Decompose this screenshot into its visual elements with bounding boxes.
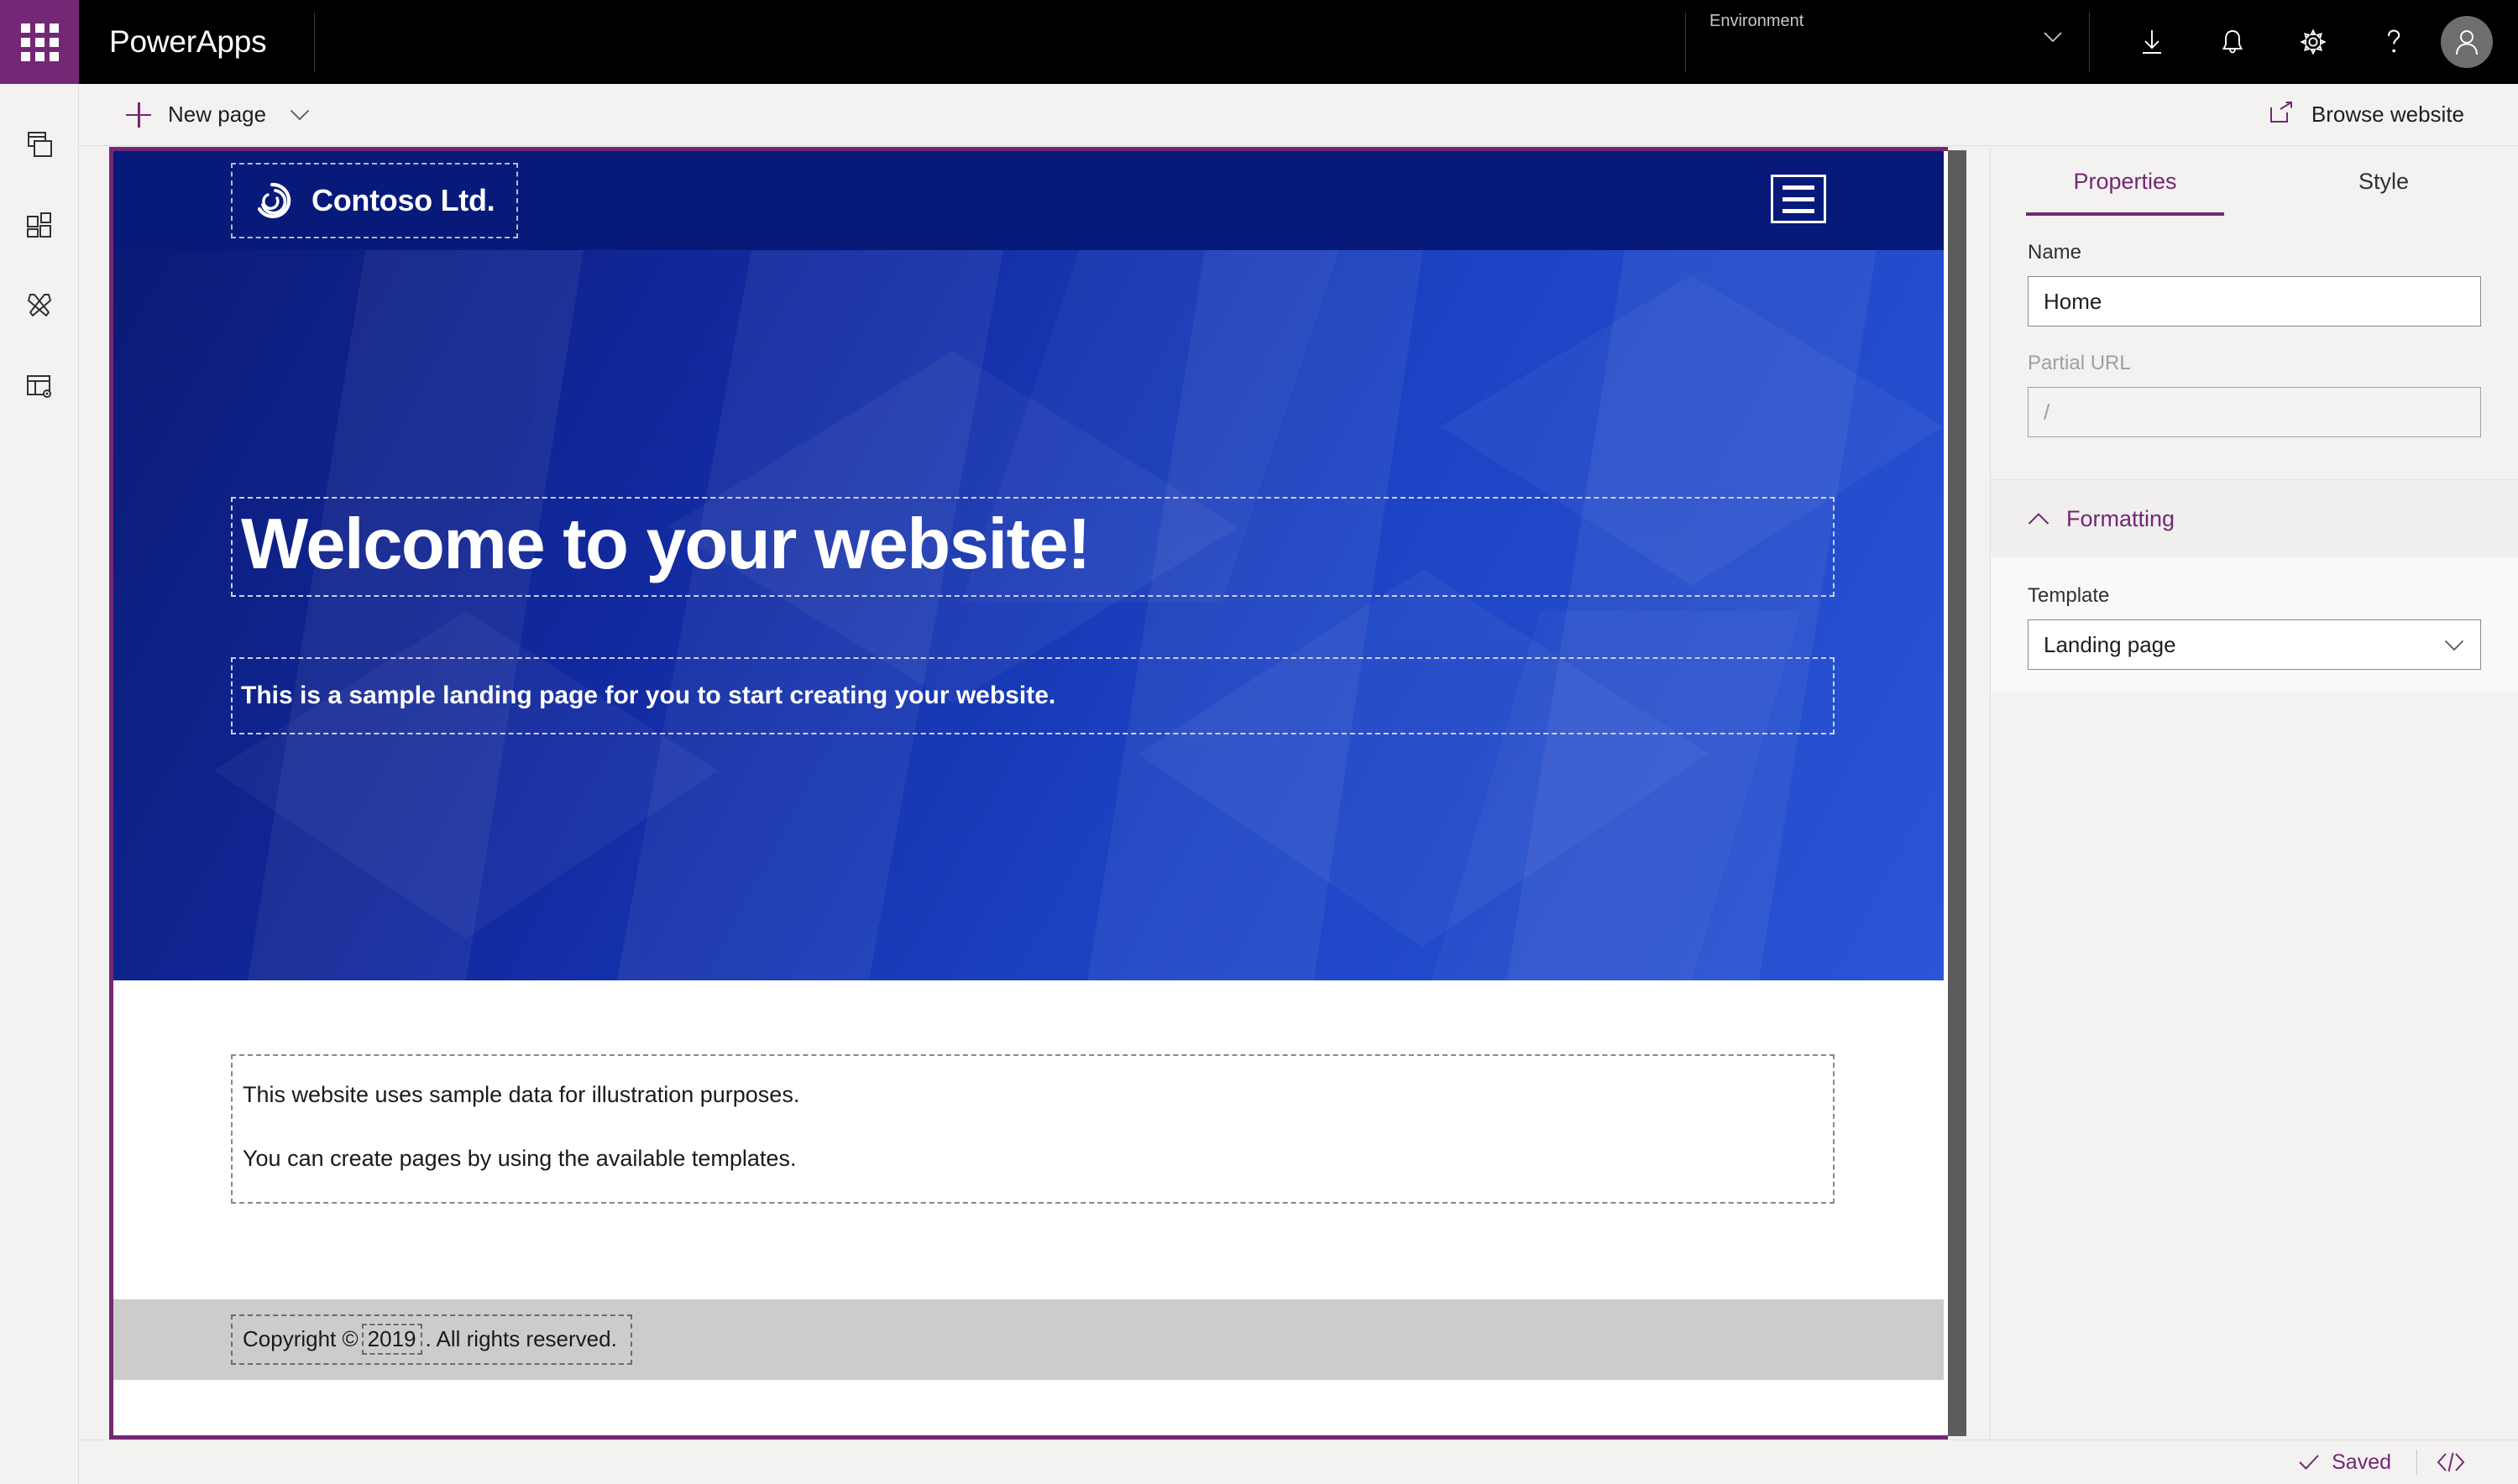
chevron-down-icon bbox=[2444, 640, 2464, 651]
sidebar-item-components[interactable] bbox=[0, 185, 79, 265]
new-page-label: New page bbox=[168, 102, 267, 127]
hamburger-menu-icon[interactable] bbox=[1771, 175, 1826, 223]
template-select-wrap: Landing page bbox=[2028, 619, 2481, 670]
saved-label: Saved bbox=[2332, 1450, 2391, 1474]
name-field-group: Name bbox=[1991, 216, 2518, 327]
site-preview: Contoso Ltd. Welcome to your website! Th… bbox=[113, 151, 1944, 1435]
new-page-button[interactable]: New page bbox=[116, 92, 320, 138]
formatting-section-header[interactable]: Formatting bbox=[1991, 480, 2518, 557]
top-header-bar: PowerApps Environment bbox=[0, 0, 2518, 84]
site-canvas[interactable]: Contoso Ltd. Welcome to your website! Th… bbox=[109, 147, 1948, 1440]
browse-website-label: Browse website bbox=[2311, 102, 2464, 127]
toolbar-left-group: New page bbox=[79, 92, 320, 138]
pages-stack-icon bbox=[24, 128, 55, 160]
question-icon[interactable] bbox=[2353, 0, 2434, 84]
name-label: Name bbox=[2028, 241, 2082, 264]
toolbar-right-group: Browse website bbox=[2259, 94, 2518, 135]
footer-copyright-suffix: . All rights reserved. bbox=[425, 1326, 617, 1351]
header-spacer bbox=[315, 0, 1685, 84]
canvas-scrollbar-thumb[interactable] bbox=[1948, 150, 1966, 1436]
saved-status: Saved bbox=[2298, 1450, 2416, 1475]
content-paragraph: You can create pages by using the availa… bbox=[243, 1145, 797, 1171]
waffle-grid-squares bbox=[20, 23, 59, 61]
properties-panel: Properties Style Name Partial URL Format… bbox=[1990, 147, 2518, 1440]
site-logo-text: Contoso Ltd. bbox=[311, 183, 495, 217]
footer-year[interactable]: 2019 bbox=[361, 1324, 422, 1355]
chevron-down-icon bbox=[290, 109, 310, 121]
command-toolbar: New page Browse website bbox=[79, 84, 2518, 146]
environment-label: Environment bbox=[1709, 12, 1804, 30]
tab-style[interactable]: Style bbox=[2254, 147, 2513, 216]
site-navigation-bar: Contoso Ltd. bbox=[113, 151, 1944, 250]
environment-picker[interactable]: Environment bbox=[1686, 0, 2089, 84]
bottom-status-bar: Saved bbox=[79, 1440, 2518, 1484]
hero-heading-block[interactable]: Welcome to your website! bbox=[231, 496, 1835, 597]
content-paragraph: This website uses sample data for illust… bbox=[243, 1082, 800, 1107]
partial-url-label: Partial URL bbox=[2028, 352, 2131, 374]
sidebar-item-theme[interactable] bbox=[0, 265, 79, 346]
download-icon[interactable] bbox=[2112, 0, 2192, 84]
hero-subheading-block[interactable]: This is a sample landing page for you to… bbox=[231, 656, 1835, 734]
template-select-value: Landing page bbox=[2044, 631, 2176, 657]
contoso-swirl-icon bbox=[251, 180, 293, 222]
waffle-grid-icon[interactable] bbox=[0, 0, 79, 84]
pen-brush-icon bbox=[24, 290, 55, 321]
partial-url-field-group: Partial URL bbox=[1991, 327, 2518, 437]
browse-website-button[interactable]: Browse website bbox=[2259, 94, 2474, 135]
hero-content: Welcome to your website! This is a sampl… bbox=[231, 496, 1835, 734]
site-logo-block[interactable]: Contoso Ltd. bbox=[231, 163, 519, 238]
template-label: Template bbox=[2028, 584, 2110, 607]
sidebar-item-pages[interactable] bbox=[0, 104, 79, 185]
footer-copyright-block[interactable]: Copyright © 2019 . All rights reserved. bbox=[231, 1314, 632, 1365]
gear-icon[interactable] bbox=[2273, 0, 2353, 84]
site-footer-section: Copyright © 2019 . All rights reserved. bbox=[113, 1299, 1944, 1380]
hero-heading: Welcome to your website! bbox=[241, 504, 1091, 584]
table-gear-icon bbox=[24, 370, 55, 402]
hero-section: Welcome to your website! This is a sampl… bbox=[113, 250, 1944, 980]
app-brand-title[interactable]: PowerApps bbox=[79, 0, 314, 84]
partial-url-input bbox=[2028, 387, 2481, 437]
external-link-icon bbox=[2269, 101, 2295, 128]
sidebar-item-templates[interactable] bbox=[0, 346, 79, 426]
bell-icon[interactable] bbox=[2192, 0, 2273, 84]
code-brackets-icon[interactable] bbox=[2417, 1451, 2484, 1473]
avatar[interactable] bbox=[2441, 16, 2493, 68]
template-select[interactable]: Landing page bbox=[2028, 619, 2481, 670]
site-body-section: This website uses sample data for illust… bbox=[113, 980, 1944, 1299]
name-input[interactable] bbox=[2028, 276, 2481, 327]
formatting-section-body: Template Landing page bbox=[1991, 557, 2518, 692]
left-navigation-rail bbox=[0, 84, 79, 1484]
formatting-section-title: Formatting bbox=[2066, 505, 2175, 531]
plus-icon bbox=[126, 102, 151, 128]
chevron-up-icon bbox=[2028, 512, 2049, 525]
hero-subheading: This is a sample landing page for you to… bbox=[241, 681, 1056, 709]
footer-copyright-prefix: Copyright © bbox=[243, 1326, 359, 1351]
checkmark-icon bbox=[2298, 1454, 2320, 1471]
canvas-scrollbar[interactable] bbox=[1948, 147, 1966, 1440]
site-content-block[interactable]: This website uses sample data for illust… bbox=[231, 1054, 1835, 1204]
components-grid-icon bbox=[24, 209, 55, 241]
chevron-down-icon bbox=[2044, 32, 2062, 43]
header-icon-group bbox=[2090, 0, 2518, 84]
tab-properties[interactable]: Properties bbox=[1996, 147, 2254, 216]
panel-tab-strip: Properties Style bbox=[1991, 147, 2518, 216]
